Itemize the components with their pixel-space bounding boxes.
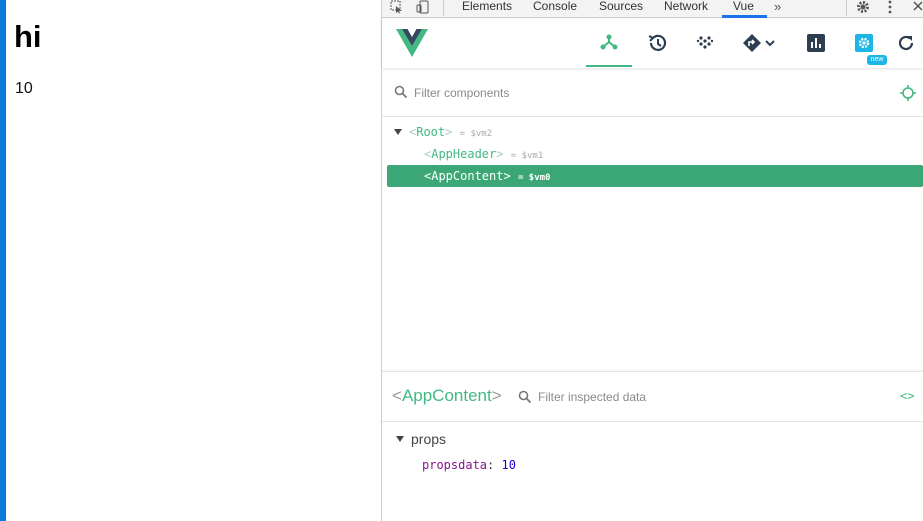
performance-icon	[807, 34, 825, 52]
tree-row-appheader[interactable]: <AppHeader> = $vm1	[424, 143, 543, 165]
tree-node-name: AppHeader	[431, 147, 497, 161]
prop-value[interactable]: 10	[501, 458, 515, 472]
page-viewport: hi 10	[0, 0, 381, 521]
tree-node-name: AppContent	[431, 169, 504, 183]
chevron-double-right-icon[interactable]: »	[774, 0, 781, 14]
page-value-text: 10	[15, 80, 33, 97]
tree-row-root[interactable]: <Root> = $vm2	[394, 121, 492, 143]
props-section-title: props	[411, 431, 447, 447]
search-icon	[518, 390, 532, 404]
refresh-button[interactable]	[889, 19, 923, 67]
tag-close-bracket: >	[496, 147, 504, 161]
screen: hi 10 Elements Console Sources Network V…	[0, 0, 923, 521]
tag-close-bracket: >	[491, 386, 502, 405]
refresh-icon	[898, 35, 914, 51]
gear-icon[interactable]	[856, 0, 870, 17]
component-filter-bar	[382, 69, 923, 117]
caret-down-icon[interactable]	[394, 128, 402, 135]
tabbar-separator	[443, 0, 444, 16]
tag-open-bracket: <	[392, 386, 402, 405]
inspected-component-label: AppContent	[401, 386, 492, 405]
vm-ref: = $vm2	[459, 129, 493, 139]
inspected-component-name: <AppContent>	[392, 386, 502, 406]
page-heading: hi	[14, 19, 42, 54]
tag-close-bracket: >	[445, 125, 453, 139]
vue-logo-icon	[396, 29, 428, 57]
vm-ref: = $vm0	[517, 173, 551, 183]
tab-console[interactable]: Console	[533, 0, 577, 17]
search-icon	[394, 85, 408, 99]
vm-ref: = $vm1	[510, 151, 544, 161]
prop-key: propsdata	[422, 458, 488, 472]
tree-row-appcontent[interactable]: <AppContent> = $vm0	[387, 165, 923, 187]
timeline-icon	[648, 34, 667, 51]
filter-components-input[interactable]	[414, 83, 834, 103]
new-badge: new	[867, 55, 887, 65]
performance-tab-button[interactable]	[793, 19, 839, 67]
caret-down-icon[interactable]	[396, 436, 404, 443]
tag-close-bracket: >	[503, 169, 511, 183]
filter-inspected-data-input[interactable]	[538, 387, 838, 407]
code-icon[interactable]: <>	[900, 389, 914, 403]
tabbar-separator	[846, 0, 847, 16]
prop-colon: :	[487, 458, 502, 472]
devtools-panel: Elements Console Sources Network Vue » n…	[382, 0, 923, 521]
components-tab-button[interactable]	[586, 19, 632, 67]
vuex-icon	[696, 36, 714, 49]
props-section-header[interactable]: props	[396, 431, 446, 447]
tab-sources[interactable]: Sources	[599, 0, 643, 17]
window-edge	[0, 0, 6, 521]
close-icon[interactable]	[912, 0, 923, 17]
timeline-tab-button[interactable]	[634, 19, 680, 67]
components-icon	[600, 34, 618, 50]
inspect-element-icon[interactable]	[390, 0, 404, 17]
kebab-menu-icon[interactable]	[887, 0, 893, 17]
vue-devtools-header: new	[382, 19, 923, 68]
select-component-target-icon[interactable]	[900, 85, 916, 101]
tree-node-name: Root	[416, 125, 446, 139]
tab-elements[interactable]: Elements	[462, 0, 512, 17]
tab-network[interactable]: Network	[664, 0, 708, 17]
component-inspector: <AppContent> <> props propsdata: 10	[382, 371, 923, 521]
active-tab-indicator	[722, 15, 767, 18]
router-icon	[743, 34, 775, 52]
device-toolbar-icon[interactable]	[416, 0, 430, 17]
vuex-tab-button[interactable]	[682, 19, 728, 67]
router-tab-button[interactable]	[730, 19, 788, 67]
prop-row[interactable]: propsdata: 10	[422, 458, 516, 472]
settings-icon	[855, 34, 873, 52]
inspector-header: <AppContent> <>	[382, 372, 923, 422]
devtools-tabbar: Elements Console Sources Network Vue »	[382, 0, 923, 18]
